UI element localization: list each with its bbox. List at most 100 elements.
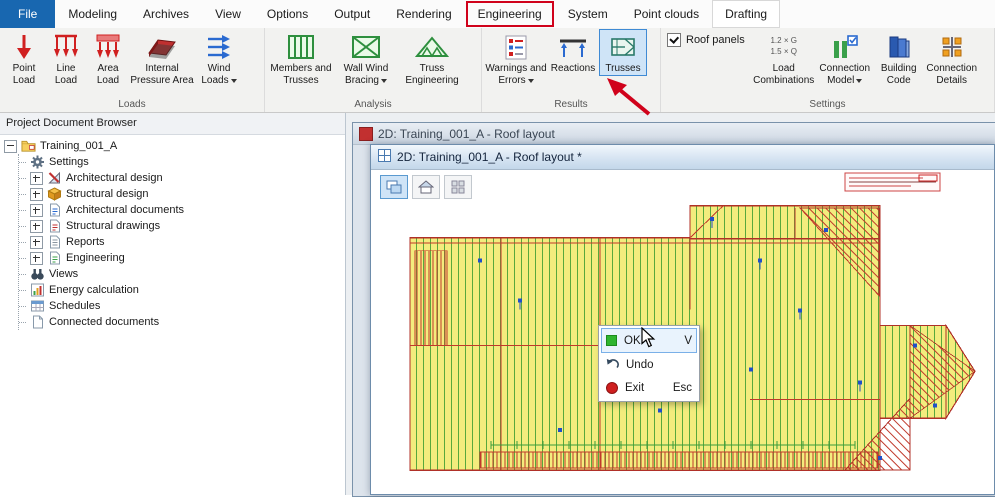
drawing-icon [359, 127, 373, 141]
tree-item-architectural-documents[interactable]: Architectural documents [19, 202, 343, 218]
view-toolbar [380, 175, 472, 199]
undo-icon [606, 358, 619, 372]
group-label-settings: Settings [664, 99, 991, 112]
point-load-button[interactable]: Point Load [3, 29, 45, 87]
connection-details-button[interactable]: Connection Details [923, 29, 981, 87]
dropdown-caret-icon [528, 79, 534, 86]
truss-engineering-icon [415, 31, 449, 63]
roof-panels-checkbox[interactable]: Roof panels [667, 33, 745, 47]
trusses-button[interactable]: Trusses [599, 29, 647, 76]
line-load-button[interactable]: Line Load [45, 29, 87, 87]
tree-item-views[interactable]: Views [19, 266, 343, 282]
back-window-title-bar[interactable]: 2D: Training_001_A - Roof layout [353, 123, 995, 145]
workspace: 2D: Training_001_A - Roof layout 2D: Tra… [345, 112, 995, 495]
context-menu-item-undo[interactable]: Undo [601, 353, 697, 376]
context-menu-item-exit[interactable]: Exit Esc [601, 376, 697, 399]
tree-item-structural-design[interactable]: Structural design [19, 186, 343, 202]
tree-root[interactable]: Training_001_A [4, 138, 343, 154]
tab-drafting[interactable]: Drafting [712, 0, 780, 28]
warnings-and-errors-icon [503, 31, 529, 63]
project-tree: Training_001_A Settings Architectural de… [0, 135, 345, 330]
tab-rendering[interactable]: Rendering [383, 0, 464, 28]
group-label-loads: Loads [3, 99, 261, 112]
architectural-documents-icon [47, 203, 62, 217]
wall-wind-bracing-button[interactable]: Wall Wind Bracing [334, 29, 398, 87]
tab-engineering[interactable]: Engineering [465, 0, 555, 28]
load-combinations-button[interactable]: 1.2 × G 1.5 × Q Load Combinations [753, 29, 815, 87]
energy-calculation-icon [30, 283, 45, 297]
ok-icon [606, 335, 617, 346]
roof-view-button[interactable] [412, 175, 440, 199]
wind-loads-button[interactable]: Wind Loads [195, 29, 243, 87]
front-drawing-window[interactable]: 2D: Training_001_A - Roof layout * [370, 144, 995, 495]
tab-view[interactable]: View [202, 0, 254, 28]
tab-modeling[interactable]: Modeling [55, 0, 130, 28]
tab-output[interactable]: Output [321, 0, 383, 28]
front-window-title-bar[interactable]: 2D: Training_001_A - Roof layout * [371, 145, 994, 170]
trusses-icon [610, 31, 636, 63]
checkbox-checked-icon [667, 33, 681, 47]
expand-icon[interactable] [30, 188, 43, 201]
reactions-button[interactable]: Reactions [547, 29, 599, 75]
connection-model-icon [831, 31, 859, 63]
point-load-icon [12, 31, 36, 63]
expand-icon[interactable] [30, 172, 43, 185]
ribbon-group-settings: Roof panels 1.2 × G 1.5 × Q Load Combina… [661, 28, 995, 112]
connected-documents-icon [30, 315, 45, 329]
internal-pressure-area-icon [146, 31, 178, 63]
members-and-trusses-button[interactable]: Members and Trusses [268, 29, 334, 87]
tab-system[interactable]: System [555, 0, 621, 28]
internal-pressure-area-button[interactable]: Internal Pressure Area [129, 29, 195, 87]
group-label-analysis: Analysis [268, 99, 478, 112]
tree-item-energy-calculation[interactable]: Energy calculation [19, 282, 343, 298]
expand-icon[interactable] [30, 204, 43, 217]
gear-icon [30, 155, 45, 169]
layout-view-button[interactable] [380, 175, 408, 199]
expand-icon[interactable] [30, 236, 43, 249]
tree-item-settings[interactable]: Settings [19, 154, 343, 170]
shortcut-label: V [684, 335, 692, 347]
tab-options[interactable]: Options [254, 0, 321, 28]
collapse-icon[interactable] [4, 140, 17, 153]
tab-archives[interactable]: Archives [130, 0, 202, 28]
truss-engineering-button[interactable]: Truss Engineering [398, 29, 466, 87]
tree-item-engineering[interactable]: Engineering [19, 250, 343, 266]
ribbon-group-analysis: Members and Trusses Wall Wind Bracing Tr… [265, 28, 482, 112]
architectural-design-icon [47, 171, 62, 185]
area-load-button[interactable]: Area Load [87, 29, 129, 87]
schedules-table-icon [30, 299, 45, 313]
drawing-stamp [845, 173, 940, 191]
tab-file[interactable]: File [0, 0, 55, 28]
connection-details-icon [939, 31, 965, 63]
drawing-icon [378, 149, 391, 165]
building-code-icon [886, 31, 912, 63]
tree-item-architectural-design[interactable]: Architectural design [19, 170, 343, 186]
structural-design-icon [47, 187, 62, 201]
wind-loads-icon [205, 31, 233, 63]
engineering-icon [47, 251, 62, 265]
ribbon-group-loads: Point Load Line Load Area Load Internal … [0, 28, 265, 112]
tree-item-reports[interactable]: Reports [19, 234, 343, 250]
area-load-icon [94, 31, 122, 63]
expand-icon[interactable] [30, 220, 43, 233]
expand-icon[interactable] [30, 252, 43, 265]
members-and-trusses-icon [286, 31, 316, 63]
wall-wind-bracing-icon [351, 31, 381, 63]
panel-header: Project Document Browser [0, 112, 345, 135]
mouse-cursor-icon [641, 327, 656, 353]
project-folder-icon [21, 139, 36, 153]
connection-model-button[interactable]: Connection Model [815, 29, 875, 87]
building-code-button[interactable]: Building Code [875, 29, 923, 87]
annotation-arrow-to-trusses [603, 76, 655, 123]
dropdown-caret-icon [381, 79, 387, 86]
menu-bar: File Modeling Archives View Options Outp… [0, 0, 995, 29]
project-document-browser-panel: Project Document Browser Training_001_A … [0, 112, 346, 495]
grid-view-button[interactable] [444, 175, 472, 199]
tree-item-schedules[interactable]: Schedules [19, 298, 343, 314]
tree-item-connected-documents[interactable]: Connected documents [19, 314, 343, 330]
tab-point-clouds[interactable]: Point clouds [621, 0, 712, 28]
tree-item-structural-drawings[interactable]: Structural drawings [19, 218, 343, 234]
line-load-icon [52, 31, 80, 63]
dropdown-caret-icon [231, 79, 237, 86]
warnings-and-errors-button[interactable]: Warnings and Errors [485, 29, 547, 87]
